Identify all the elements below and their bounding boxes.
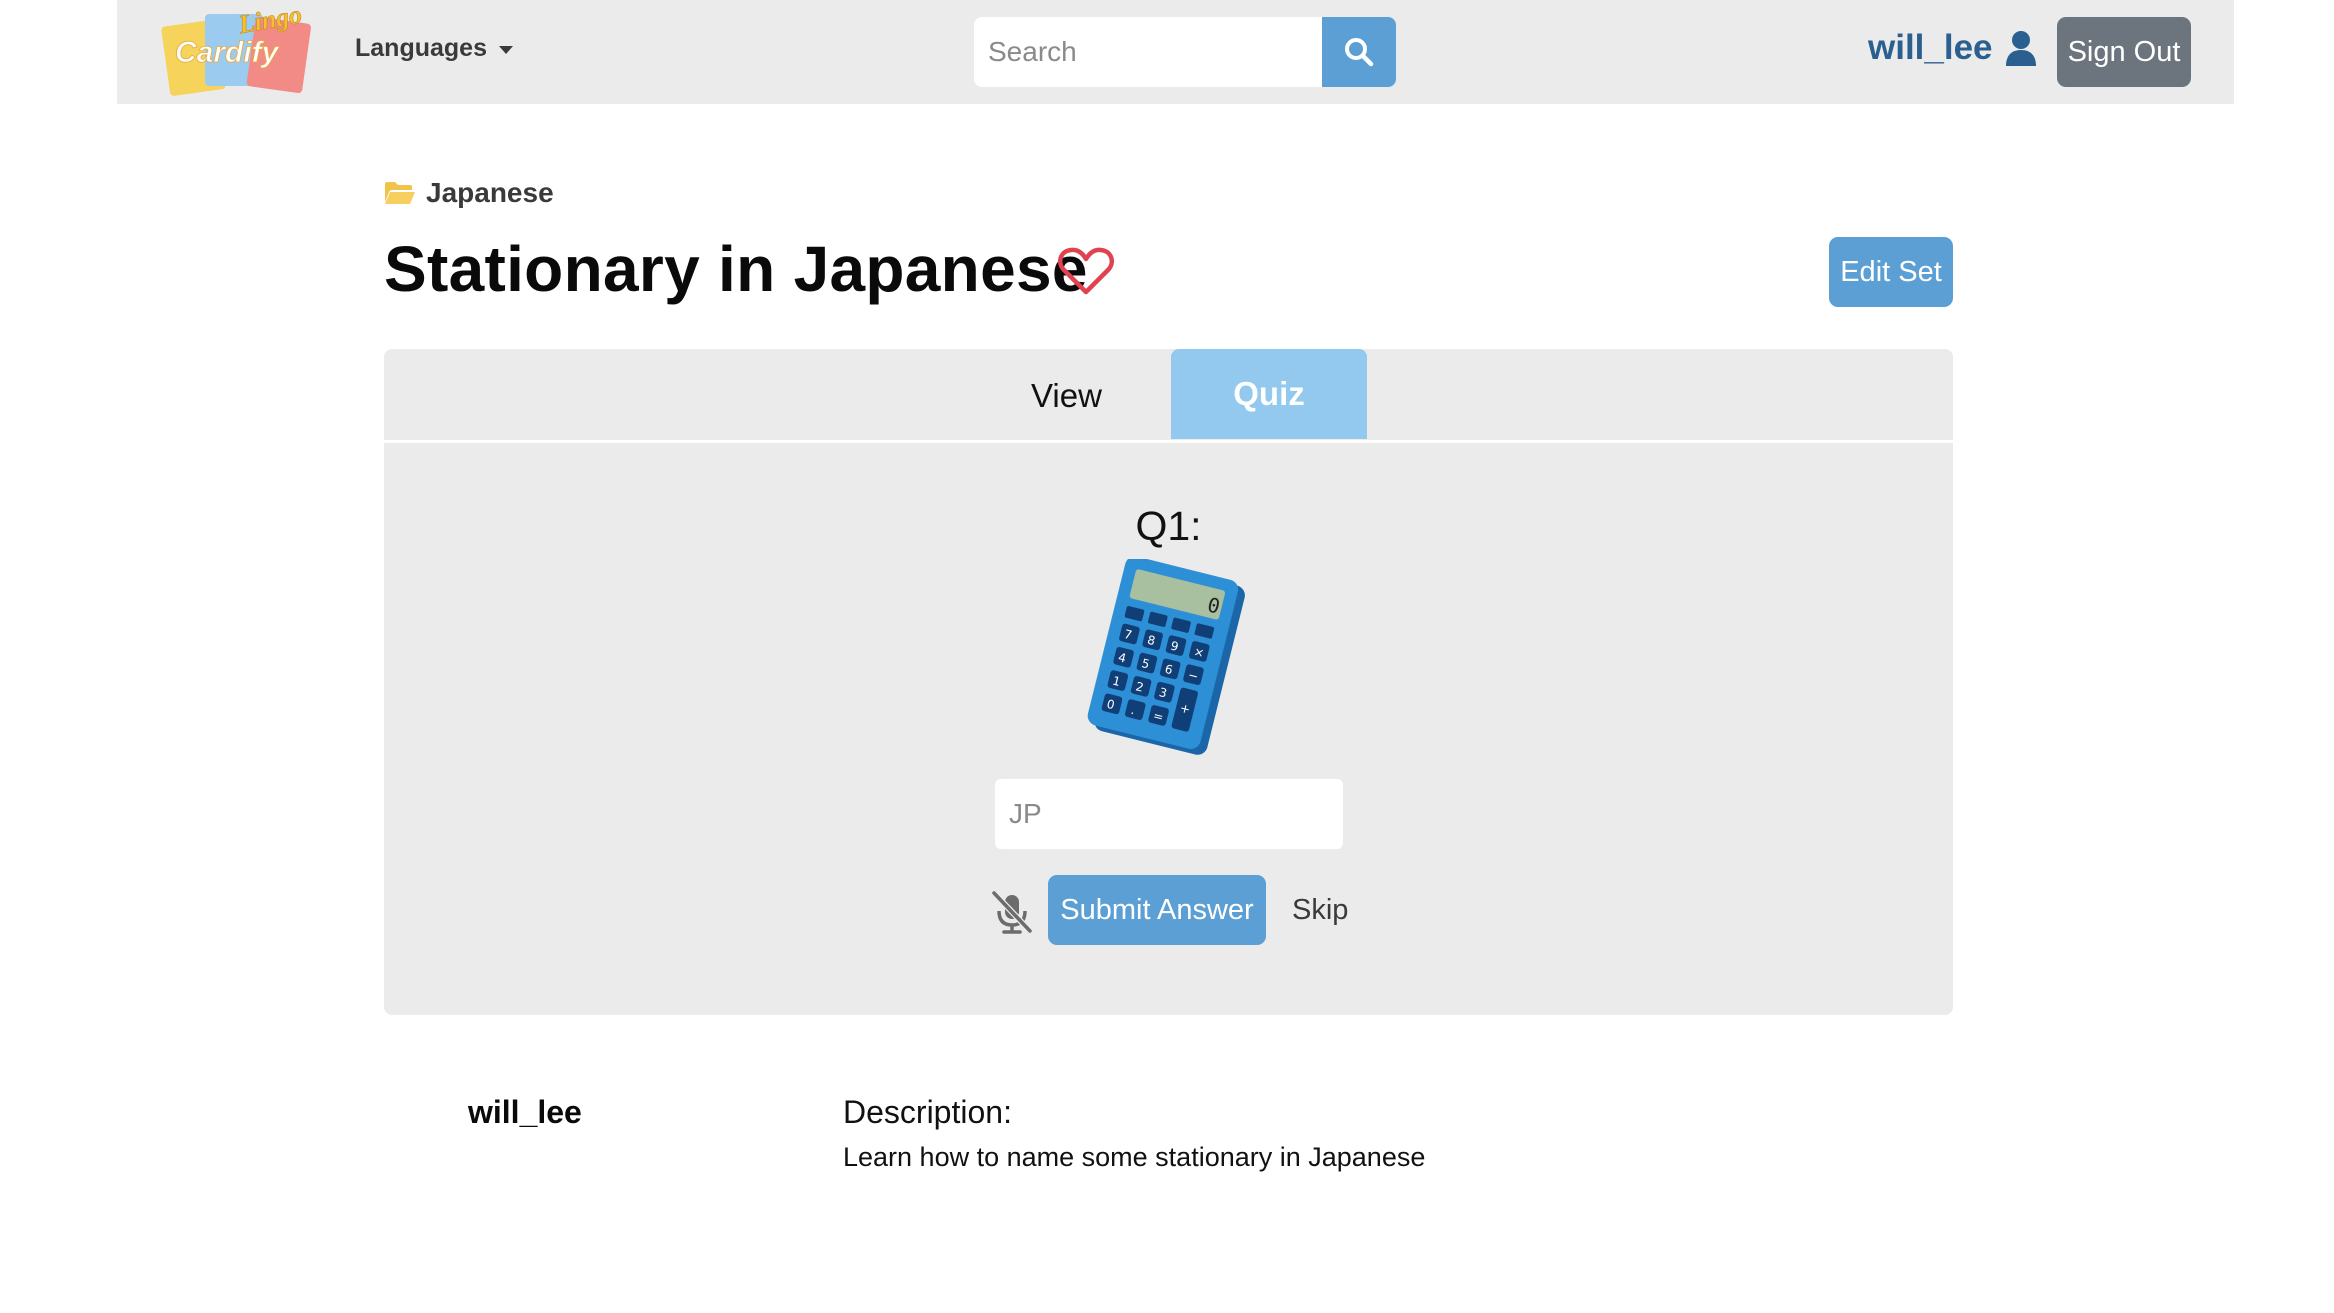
quiz-panel: Q1: 0 7 8 9 × 4 5 6− 1 2 3 + 0 . = JP Su… xyxy=(384,443,1953,1015)
search-bar xyxy=(974,17,1396,87)
description-text: Learn how to name some stationary in Jap… xyxy=(843,1142,1426,1172)
tab-view-label: View xyxy=(1031,377,1102,414)
svg-text:Cardify: Cardify xyxy=(175,36,280,69)
breadcrumb[interactable]: Japanese xyxy=(384,177,554,209)
microphone-muted-icon[interactable] xyxy=(990,889,1034,935)
sign-out-button[interactable]: Sign Out xyxy=(2057,17,2191,87)
mode-tabs: View Quiz xyxy=(384,349,1953,441)
search-input[interactable] xyxy=(974,17,1322,87)
set-author[interactable]: will_lee xyxy=(468,1094,582,1131)
tab-quiz[interactable]: Quiz xyxy=(1171,349,1367,439)
skip-button[interactable]: Skip xyxy=(1292,894,1348,927)
heart-outline-icon[interactable] xyxy=(1058,246,1114,296)
cardify-lingo-logo[interactable]: Cardify Lingo xyxy=(159,4,319,96)
languages-label: Languages xyxy=(355,34,487,62)
caret-down-icon xyxy=(498,45,513,54)
description-label: Description: xyxy=(843,1094,1012,1130)
question-number: Q1: xyxy=(1135,503,1202,549)
submit-answer-button[interactable]: Submit Answer xyxy=(1048,875,1266,945)
answer-input[interactable] xyxy=(995,779,1343,849)
edit-set-button[interactable]: Edit Set xyxy=(1829,237,1953,307)
navbar: Cardify Lingo Languages will_lee Sign Ou… xyxy=(117,0,2234,104)
username: will_lee xyxy=(1868,28,1993,67)
calculator-icon: 0 7 8 9 × 4 5 6− 1 2 3+ 0. = xyxy=(1087,559,1245,755)
search-icon xyxy=(1345,38,1374,67)
page-title: Stationary in Japanese xyxy=(384,233,1088,305)
user-profile-link[interactable]: will_lee xyxy=(1868,28,2037,68)
user-icon xyxy=(2005,31,2036,66)
breadcrumb-label: Japanese xyxy=(426,177,554,208)
tab-view[interactable]: View xyxy=(384,349,1102,441)
folder-open-icon xyxy=(385,182,415,204)
languages-dropdown[interactable]: Languages xyxy=(355,34,513,63)
search-button[interactable] xyxy=(1322,17,1396,87)
